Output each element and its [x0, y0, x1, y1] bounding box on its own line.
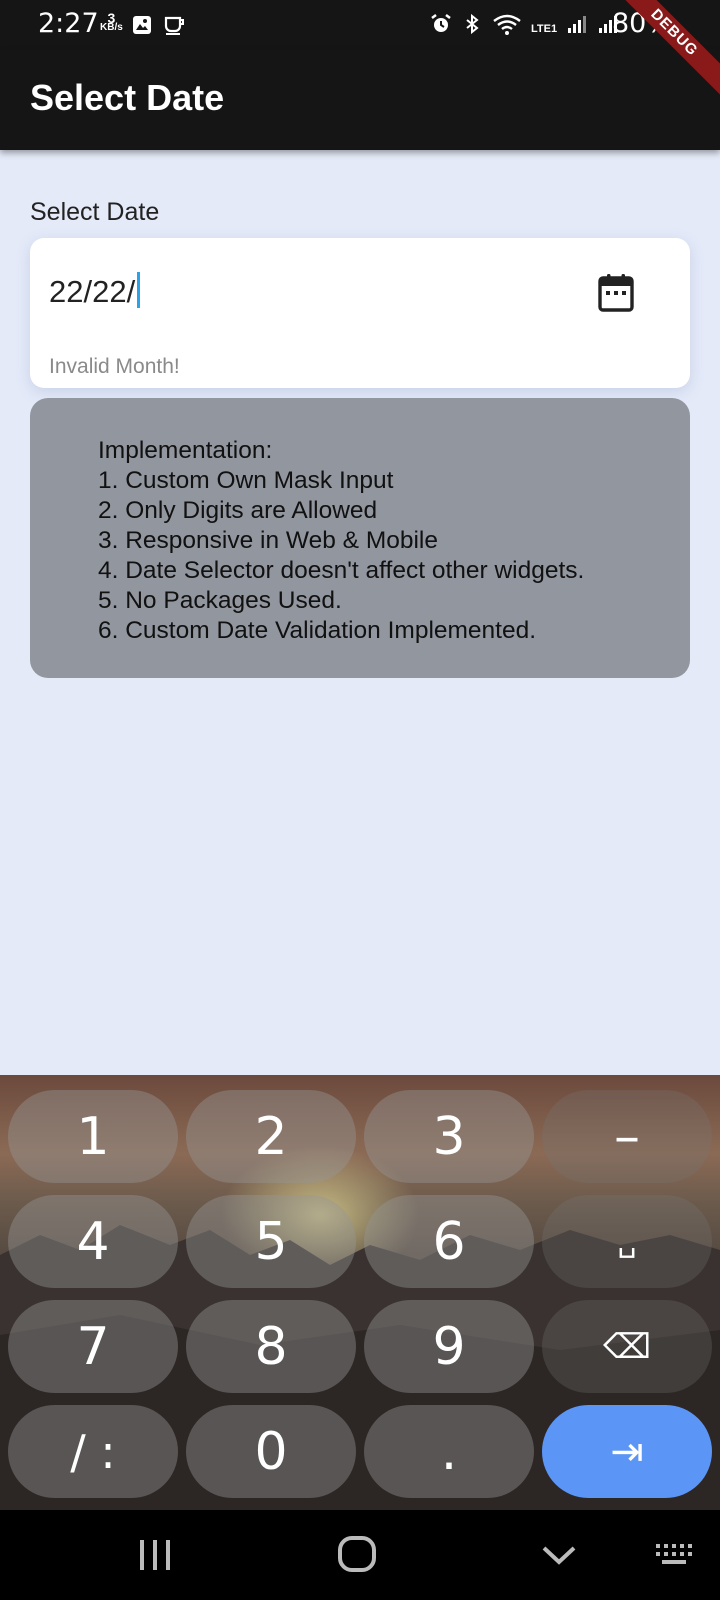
key-8[interactable]: 8 [186, 1300, 356, 1393]
network-speed: 3 KB/s [100, 11, 123, 33]
key-period[interactable]: . [364, 1405, 534, 1498]
validation-error: Invalid Month! [49, 355, 180, 378]
network-speed-unit: KB/s [100, 22, 123, 33]
recent-apps-icon[interactable] [130, 1532, 180, 1578]
hide-keyboard-icon[interactable] [534, 1532, 584, 1578]
navigation-bar [0, 1510, 720, 1600]
date-input-card[interactable]: 22/22/ Invalid Month! [30, 238, 690, 388]
key-7[interactable]: 7 [8, 1300, 178, 1393]
key-6[interactable]: 6 [364, 1195, 534, 1288]
status-bar: 2:27 3 KB/s LTE1 80% DEBUG [0, 0, 720, 105]
info-line: 3. Responsive in Web & Mobile [98, 527, 438, 554]
alarm-icon [431, 13, 451, 32]
numeric-keyboard: 1 2 3 – 4 5 6 ␣ 7 8 9 ⌫ / : 0 . ⇥ [0, 1075, 720, 1510]
key-9[interactable]: 9 [364, 1300, 534, 1393]
home-icon[interactable] [332, 1532, 382, 1578]
date-field-label: Select Date [30, 198, 160, 226]
info-line: Implementation: [98, 437, 273, 464]
key-minus[interactable]: – [542, 1090, 712, 1183]
wifi-icon [493, 14, 521, 35]
key-5[interactable]: 5 [186, 1195, 356, 1288]
info-line: 2. Only Digits are Allowed [98, 497, 378, 524]
bluetooth-icon [466, 13, 479, 34]
backspace-key[interactable]: ⌫ [542, 1300, 712, 1393]
page-title: Select Date [30, 77, 225, 118]
date-input[interactable]: 22/22/ [49, 272, 141, 310]
key-0[interactable]: 0 [186, 1405, 356, 1498]
key-3[interactable]: 3 [364, 1090, 534, 1183]
key-space[interactable]: ␣ [542, 1195, 712, 1288]
keyboard-switch-icon[interactable] [650, 1532, 700, 1578]
info-line: 1. Custom Own Mask Input [98, 467, 394, 494]
volte-lte-label: LTE1 [531, 23, 558, 35]
key-slash-colon[interactable]: / : [8, 1405, 178, 1498]
info-line: 4. Date Selector doesn't affect other wi… [98, 557, 585, 584]
calendar-icon[interactable] [596, 272, 636, 314]
date-input-value: 22/22/ [49, 274, 136, 309]
signal-icon-1 [568, 15, 587, 33]
gallery-icon [133, 16, 151, 34]
text-cursor [137, 272, 141, 308]
key-1[interactable]: 1 [8, 1090, 178, 1183]
next-field-key[interactable]: ⇥ [542, 1405, 712, 1498]
app-bar: Select Date [0, 50, 720, 150]
cup-icon [164, 16, 184, 35]
implementation-info-card: Implementation: 1. Custom Own Mask Input… [30, 398, 690, 678]
info-line: 5. No Packages Used. [98, 587, 342, 614]
status-time: 2:27 [38, 8, 99, 39]
info-line: 6. Custom Date Validation Implemented. [98, 617, 537, 644]
key-2[interactable]: 2 [186, 1090, 356, 1183]
key-4[interactable]: 4 [8, 1195, 178, 1288]
